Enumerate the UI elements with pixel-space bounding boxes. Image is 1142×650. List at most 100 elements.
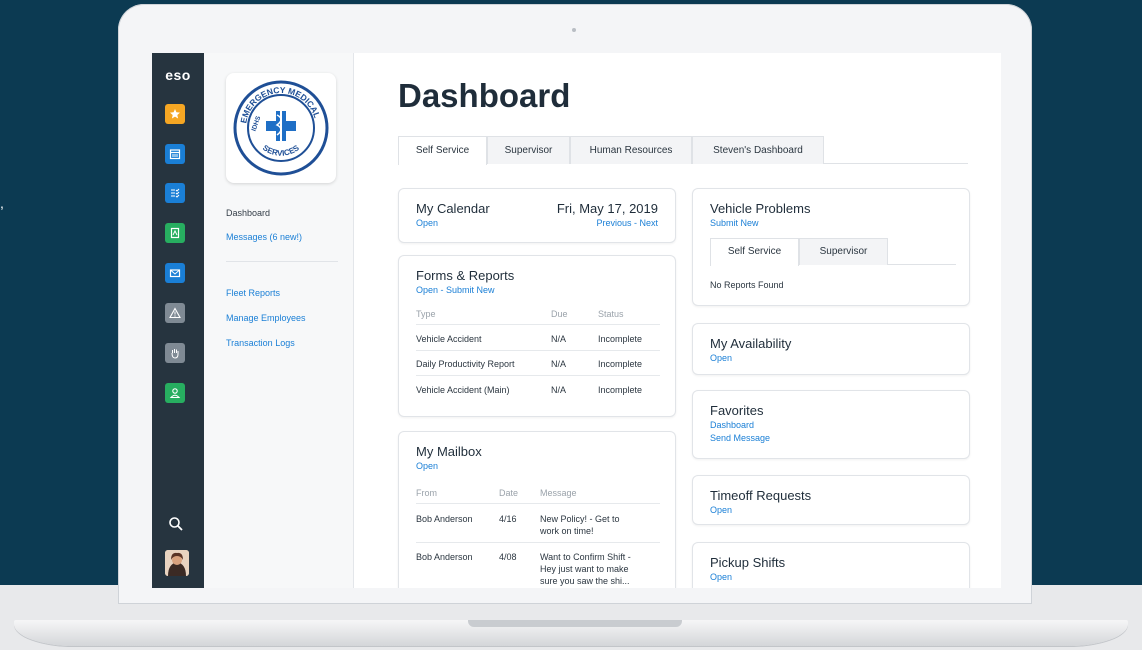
table-row-due: N/A (551, 334, 567, 344)
forms-col-status: Status (598, 309, 624, 319)
tab-stevens-dashboard[interactable]: Steven's Dashboard (692, 136, 824, 164)
sidebar-link-dashboard[interactable]: Dashboard (226, 207, 270, 219)
availability-open-link[interactable]: Open (710, 353, 732, 363)
table-row-status: Incomplete (598, 334, 643, 344)
favorites-link-dashboard[interactable]: Dashboard (710, 420, 754, 430)
calendar-icon (169, 149, 181, 160)
person-icon (169, 388, 181, 399)
app-screen: eso EMERGENCY MEDICAL SERVICES IDHS Dash… (152, 53, 1001, 588)
mail-row-from[interactable]: Bob Anderson (416, 552, 473, 562)
tab-self-service[interactable]: Self Service (398, 136, 487, 165)
pickup-shifts-card: Pickup Shifts Open (692, 542, 970, 588)
forms-open-submit-links[interactable]: Open - Submit New (416, 285, 495, 295)
hand-rail-button[interactable] (165, 343, 185, 363)
calendar-nav-links[interactable]: Previous - Next (596, 218, 658, 228)
calendar-title: My Calendar (416, 201, 490, 216)
forms-col-type: Type (416, 309, 436, 319)
timeoff-title: Timeoff Requests (710, 488, 812, 503)
calendar-date: Fri, May 17, 2019 (556, 201, 658, 216)
table-row-type[interactable]: Vehicle Accident (Main) (416, 385, 510, 395)
availability-title: My Availability (710, 336, 792, 351)
mailbox-col-from: From (416, 488, 437, 498)
ems-seal-logo: EMERGENCY MEDICAL SERVICES IDHS (233, 80, 329, 176)
pickup-title: Pickup Shifts (710, 555, 786, 570)
eso-logo[interactable]: eso (161, 67, 195, 83)
search-button[interactable] (167, 515, 185, 533)
mail-row-date: 4/08 (499, 552, 517, 562)
favorites-card: Favorites Dashboard Send Message (692, 390, 970, 459)
table-row-status: Incomplete (598, 359, 643, 369)
table-row-due: N/A (551, 359, 567, 369)
mailbox-title: My Mailbox (416, 444, 482, 459)
row-divider (416, 350, 660, 351)
sidebar-divider (226, 261, 338, 262)
mail-row-message-line2[interactable]: Hey just want to make (540, 564, 629, 574)
avatar-photo (165, 550, 189, 576)
mail-row-message-line2[interactable]: work on time! (540, 526, 594, 536)
timeoff-open-link[interactable]: Open (710, 505, 732, 515)
mail-row-date: 4/16 (499, 514, 517, 524)
mail-rail-button[interactable] (165, 263, 185, 283)
people-rail-button[interactable] (165, 383, 185, 403)
sidebar-link-messages[interactable]: Messages (6 new!) (226, 231, 302, 243)
dashboard-tabs: Self Service Supervisor Human Resources … (398, 136, 968, 165)
mailbox-col-message: Message (540, 488, 577, 498)
page-title: Dashboard (398, 77, 571, 114)
vehicle-tab-self-service[interactable]: Self Service (710, 238, 799, 266)
vehicle-tabs: Self Service Supervisor (710, 238, 956, 266)
sidebar-link-transaction-logs[interactable]: Transaction Logs (226, 337, 295, 349)
my-availability-card: My Availability Open (692, 323, 970, 375)
search-icon (169, 517, 183, 531)
main-content: Dashboard Self Service Supervisor Human … (355, 53, 1001, 588)
mailbox-header-divider (416, 503, 660, 504)
laptop-hinge-notch (468, 620, 682, 627)
sidebar-link-fleet-reports[interactable]: Fleet Reports (226, 287, 280, 299)
forms-title: Forms & Reports (416, 268, 515, 283)
org-logo-card: EMERGENCY MEDICAL SERVICES IDHS (226, 73, 336, 183)
row-divider (416, 375, 660, 376)
warning-rail-button[interactable] (165, 303, 185, 323)
vehicle-tab-supervisor[interactable]: Supervisor (799, 238, 888, 265)
warning-icon (169, 307, 181, 319)
pickup-open-link[interactable]: Open (710, 572, 732, 582)
table-row-type[interactable]: Vehicle Accident (416, 334, 482, 344)
vehicle-submit-link[interactable]: Submit New (710, 218, 759, 228)
sidebar: EMERGENCY MEDICAL SERVICES IDHS Dashboar… (204, 53, 354, 588)
checklist-icon (171, 188, 180, 198)
mail-row-message-line3[interactable]: sure you saw the shi... (540, 576, 630, 586)
mail-row-from[interactable]: Bob Anderson (416, 514, 473, 524)
table-row-type[interactable]: Daily Productivity Report (416, 359, 515, 369)
table-row-due: N/A (551, 385, 567, 395)
document-icon (170, 227, 180, 239)
vehicle-problems-card: Vehicle Problems Submit New Self Service… (692, 188, 970, 306)
mailbox-open-link[interactable]: Open (416, 461, 438, 471)
my-mailbox-card: My Mailbox Open From Date Message Bob An… (398, 431, 676, 588)
timeoff-requests-card: Timeoff Requests Open (692, 475, 970, 525)
mail-row-message-line1[interactable]: New Policy! - Get to (540, 514, 620, 524)
vehicle-title: Vehicle Problems (710, 201, 811, 216)
user-avatar[interactable] (165, 550, 189, 576)
favorites-link-send-message[interactable]: Send Message (710, 433, 770, 443)
table-row-status: Incomplete (598, 385, 643, 395)
checklist-rail-button[interactable] (165, 183, 185, 203)
tab-human-resources[interactable]: Human Resources (570, 136, 692, 164)
sidebar-link-manage-employees[interactable]: Manage Employees (226, 312, 306, 324)
row-divider (416, 542, 660, 543)
icon-rail: eso (152, 53, 204, 588)
tab-supervisor[interactable]: Supervisor (487, 136, 570, 164)
laptop-camera (572, 28, 576, 32)
mail-row-message-line1[interactable]: Want to Confirm Shift - (540, 552, 631, 562)
forms-header-divider (416, 324, 660, 325)
stray-comma: , (0, 195, 4, 211)
favorites-title: Favorites (710, 403, 764, 418)
mail-icon (169, 269, 181, 278)
documents-rail-button[interactable] (165, 223, 185, 243)
mailbox-col-date: Date (499, 488, 519, 498)
star-icon (170, 109, 180, 119)
forms-reports-card: Forms & Reports Open - Submit New Type D… (398, 255, 676, 417)
my-calendar-card: My Calendar Open Fri, May 17, 2019 Previ… (398, 188, 676, 243)
favorites-rail-button[interactable] (165, 104, 185, 124)
forms-col-due: Due (551, 309, 568, 319)
calendar-rail-button[interactable] (165, 144, 185, 164)
calendar-open-link[interactable]: Open (416, 218, 438, 228)
